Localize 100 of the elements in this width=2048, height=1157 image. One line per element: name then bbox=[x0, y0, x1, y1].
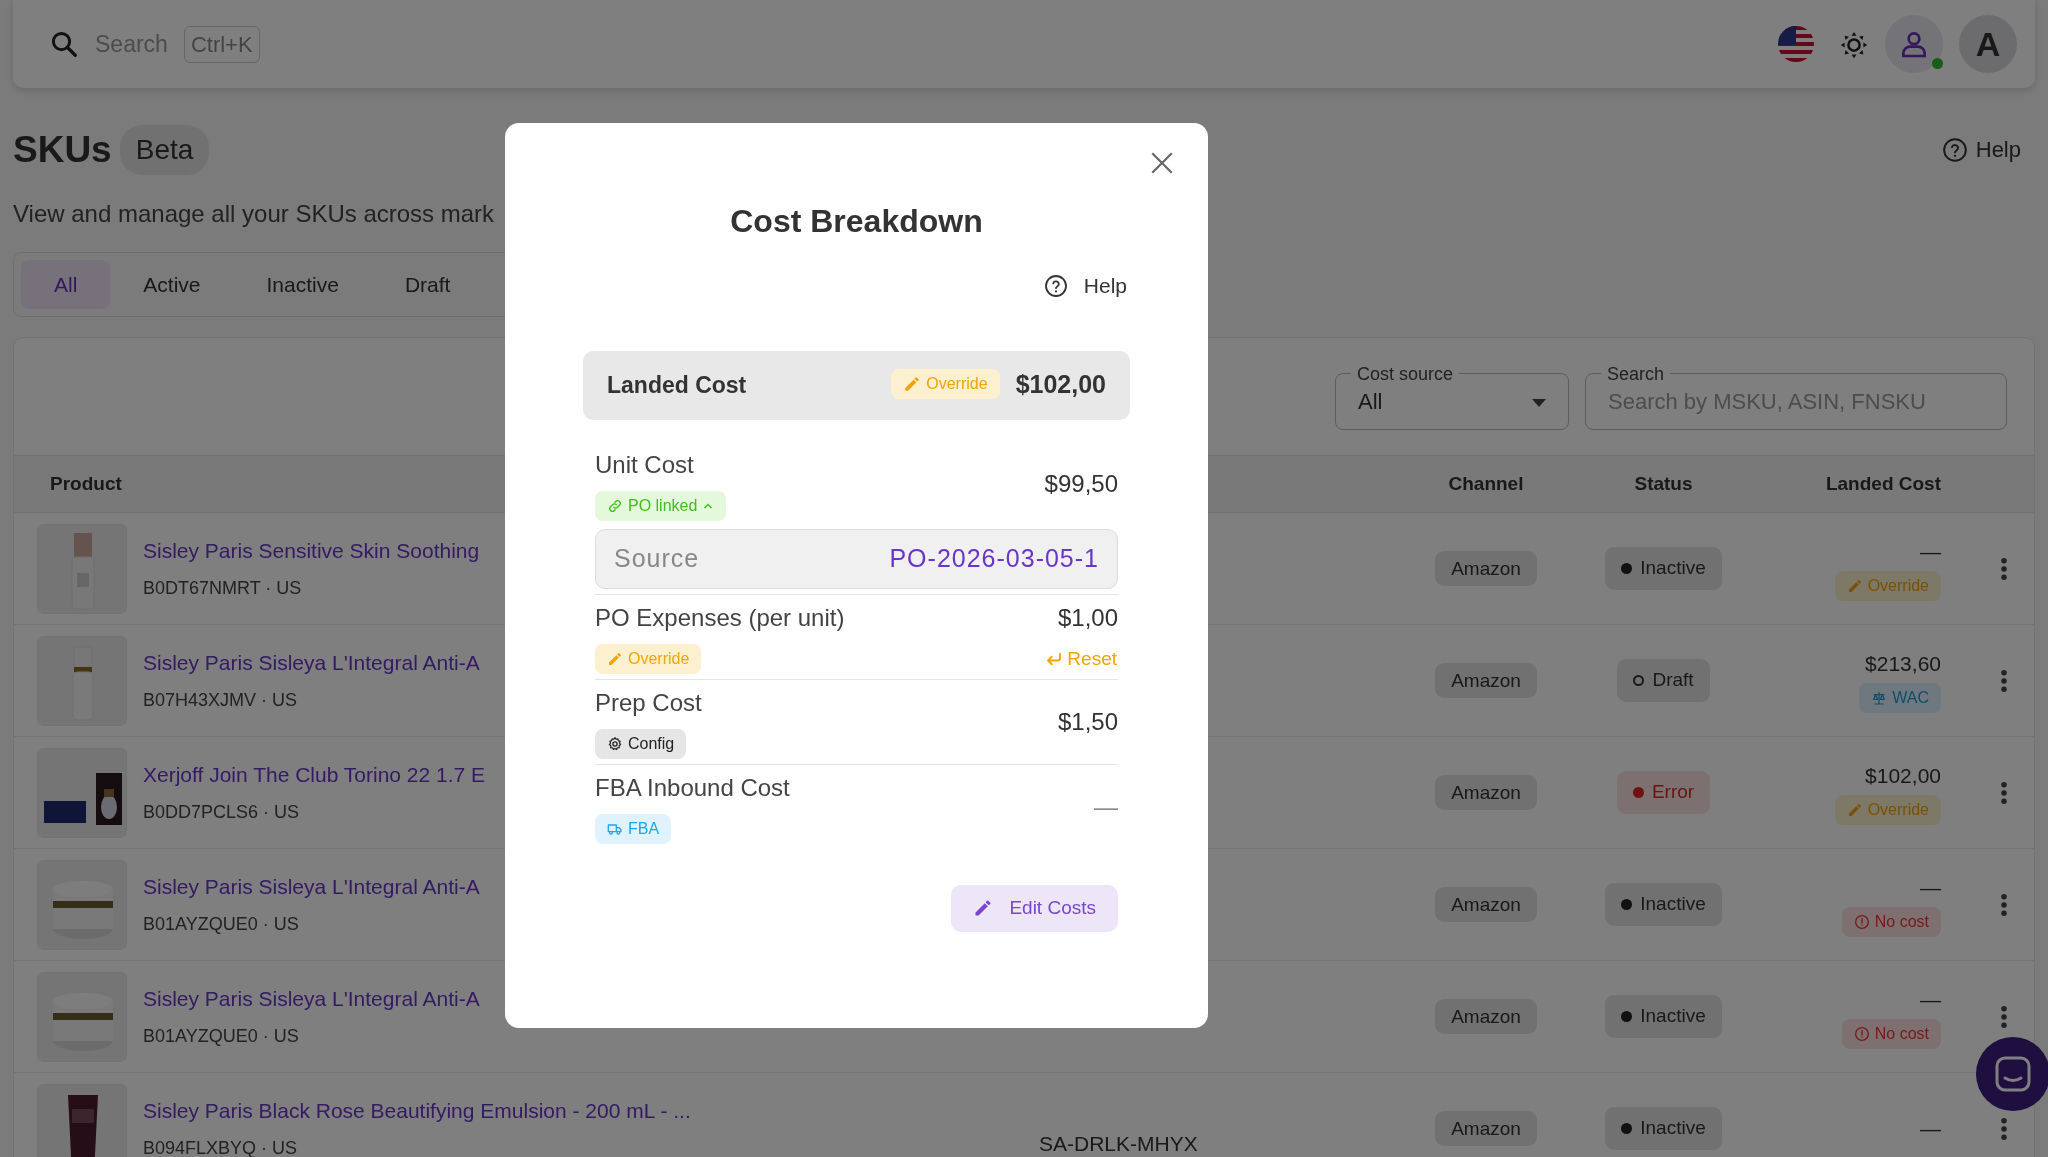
landed-cost: — bbox=[1920, 986, 1941, 1013]
close-icon bbox=[1149, 150, 1175, 176]
shortcut-hint: Ctrl+K bbox=[183, 25, 260, 63]
avatar[interactable]: A bbox=[1959, 15, 2017, 73]
help-icon bbox=[1941, 136, 1968, 163]
alert-icon bbox=[1853, 1026, 1870, 1043]
link-icon bbox=[607, 497, 623, 514]
product-link[interactable]: Sisley Paris Sensitive Skin Soothing bbox=[143, 535, 480, 567]
scale-icon bbox=[1871, 690, 1888, 707]
cost-tag: Override bbox=[595, 643, 702, 674]
asin: B07H43XJMV · US bbox=[143, 688, 299, 712]
landed-cost-label: Landed Cost bbox=[607, 370, 747, 400]
more-button[interactable] bbox=[1999, 555, 2009, 582]
more-icon bbox=[2000, 892, 2008, 917]
chat-icon bbox=[1993, 1054, 2033, 1094]
product-link[interactable]: Sisley Paris Black Rose Beautifying Emulsion - 200 mL - ... bbox=[143, 1095, 691, 1127]
status-tag: Inactive bbox=[1605, 1107, 1722, 1150]
column-header: Channel bbox=[1447, 471, 1525, 496]
cost-tag: Override bbox=[1834, 571, 1941, 602]
alert-icon bbox=[1853, 914, 1870, 931]
asin: B0DD7PCLS6 · US bbox=[143, 800, 301, 824]
landed-cost: $102,00 bbox=[1865, 762, 1941, 789]
more-button[interactable] bbox=[1999, 1003, 2009, 1030]
more-icon bbox=[2000, 1004, 2008, 1029]
po-linked-toggle[interactable]: PO linked bbox=[595, 490, 727, 521]
channel-tag: Amazon bbox=[1435, 887, 1537, 923]
asin: B01AYZQUE0 · US bbox=[143, 912, 300, 936]
product-link[interactable]: Sisley Paris Sisleya L'Integral Anti-A bbox=[143, 647, 480, 679]
tab[interactable]: Inactive bbox=[233, 259, 372, 309]
cost-value: $1,00 bbox=[1057, 602, 1118, 633]
cost-tag: Override bbox=[1834, 795, 1941, 826]
cost-tag: No cost bbox=[1841, 1019, 1941, 1050]
search-icon bbox=[49, 29, 79, 59]
pencil-icon bbox=[903, 375, 922, 393]
help-link[interactable]: Help bbox=[1940, 132, 2022, 168]
more-icon bbox=[2000, 556, 2008, 581]
cost-tag: No cost bbox=[1841, 907, 1941, 938]
asin: B094FLXBYQ · US bbox=[143, 1136, 299, 1157]
flag-icon bbox=[1777, 25, 1815, 63]
source-label: Source bbox=[614, 542, 700, 574]
more-button[interactable] bbox=[1999, 1115, 2009, 1142]
product-link[interactable]: Sisley Paris Sisleya L'Integral Anti-A bbox=[143, 871, 480, 903]
po-link[interactable]: PO-2026-03-05-1 bbox=[889, 539, 1099, 578]
landed-cost: $213,60 bbox=[1865, 650, 1941, 677]
cost-value: $1,50 bbox=[1057, 707, 1118, 737]
cost-tag: WAC bbox=[1859, 683, 1941, 714]
status-tag: Inactive bbox=[1605, 883, 1722, 926]
landed-cost: — bbox=[1920, 1115, 1941, 1142]
product-link[interactable]: Xerjoff Join The Club Torino 22 1.7 E bbox=[143, 759, 486, 791]
channel-tag: Amazon bbox=[1435, 775, 1537, 811]
dropdown-caret-icon bbox=[1532, 399, 1546, 408]
cost-label: FBA Inbound Cost bbox=[595, 773, 790, 803]
cost-tag: Config bbox=[595, 729, 687, 759]
status-tag: Draft bbox=[1617, 659, 1710, 702]
gear-icon bbox=[607, 736, 623, 752]
product-link[interactable]: Sisley Paris Sisleya L'Integral Anti-A bbox=[143, 983, 480, 1015]
landed-cost-value: $102,00 bbox=[1015, 369, 1106, 401]
channel-tag: Amazon bbox=[1435, 663, 1537, 699]
tab[interactable]: Draft bbox=[371, 259, 484, 309]
cost-value: — bbox=[1094, 792, 1118, 822]
status-tag: Inactive bbox=[1605, 547, 1722, 590]
channel-tag: Amazon bbox=[1435, 999, 1537, 1035]
truck-icon bbox=[607, 821, 623, 837]
column-header: Landed Cost bbox=[1824, 471, 1941, 496]
cost-tag: Override bbox=[891, 369, 1000, 399]
status-tag: Error bbox=[1616, 771, 1711, 814]
pencil-icon bbox=[607, 650, 623, 667]
reset-button[interactable]: Reset bbox=[1044, 643, 1118, 674]
asin: B01AYZQUE0 · US bbox=[143, 1024, 300, 1048]
channel-tag: Amazon bbox=[1435, 1111, 1537, 1147]
page-title: SKUs bbox=[13, 128, 112, 172]
cost-label: Prep Cost bbox=[595, 688, 702, 718]
column-header: Status bbox=[1633, 471, 1694, 496]
cost-tag: FBA bbox=[595, 814, 672, 844]
landed-cost: — bbox=[1920, 874, 1941, 901]
status-tag: Inactive bbox=[1605, 995, 1722, 1038]
column-header: Product bbox=[50, 471, 122, 496]
modal-title: Cost Breakdown bbox=[729, 202, 984, 241]
cost-label: Unit Cost bbox=[595, 449, 694, 480]
beta-tag: Beta bbox=[119, 124, 210, 175]
pencil-icon bbox=[1846, 578, 1863, 595]
page-subtitle: View and manage all your SKUs across mark bbox=[13, 199, 495, 227]
edit-costs-button[interactable]: Edit Costs bbox=[951, 885, 1118, 932]
sku-code: SA-DRLK-MHYX bbox=[1039, 1131, 1198, 1155]
cost-label: PO Expenses (per unit) bbox=[595, 602, 845, 633]
channel-tag: Amazon bbox=[1435, 551, 1537, 587]
more-button[interactable] bbox=[1999, 891, 2009, 918]
tab[interactable]: All bbox=[21, 259, 111, 309]
pencil-icon bbox=[1846, 802, 1863, 819]
cost-value: $99,50 bbox=[1044, 468, 1118, 499]
more-button[interactable] bbox=[1999, 667, 2009, 694]
landed-cost: — bbox=[1920, 538, 1941, 565]
more-icon bbox=[2000, 1116, 2008, 1141]
help-icon bbox=[1043, 273, 1068, 298]
more-icon bbox=[2000, 668, 2008, 693]
asin: B0DT67NMRT · US bbox=[143, 576, 303, 600]
tab[interactable]: Active bbox=[110, 259, 234, 309]
more-button[interactable] bbox=[1999, 779, 2009, 806]
help-link[interactable]: Help bbox=[1042, 269, 1128, 303]
more-icon bbox=[2000, 780, 2008, 805]
